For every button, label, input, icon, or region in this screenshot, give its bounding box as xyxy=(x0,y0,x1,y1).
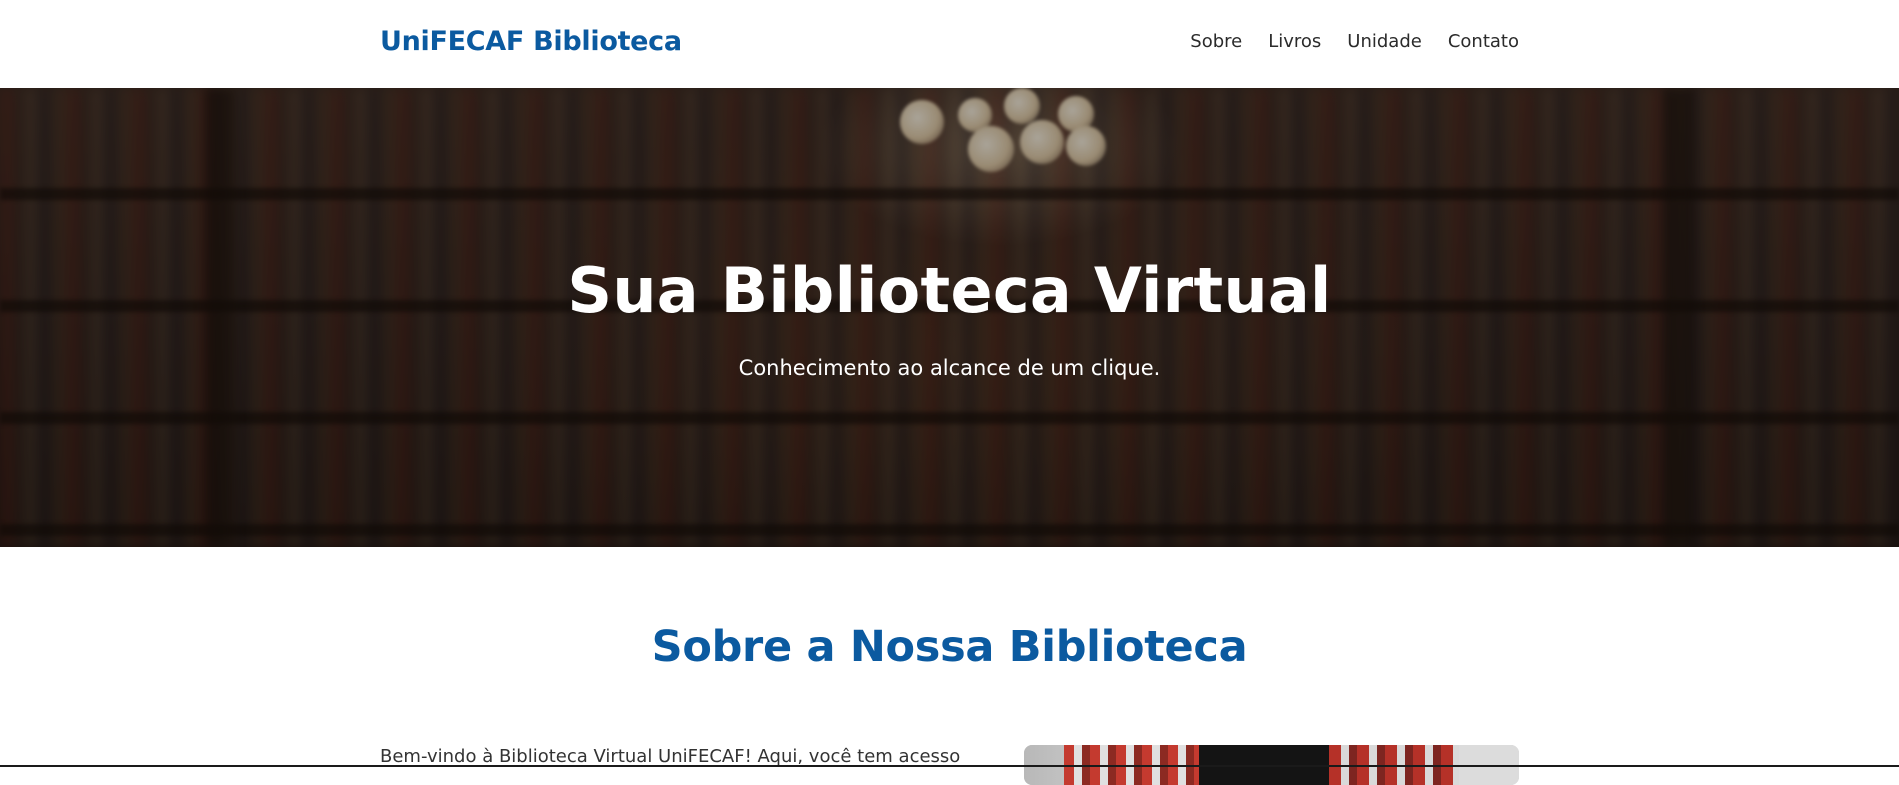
nav-link-sobre[interactable]: Sobre xyxy=(1190,31,1242,52)
brand-logo[interactable]: UniFECAF Biblioteca xyxy=(380,26,682,57)
main-nav: Sobre Livros Unidade Contato xyxy=(1190,31,1519,52)
nav-link-contato[interactable]: Contato xyxy=(1448,31,1519,52)
nav-link-unidade[interactable]: Unidade xyxy=(1347,31,1422,52)
site-header: UniFECAF Biblioteca Sobre Livros Unidade… xyxy=(0,0,1899,88)
hero-banner: Sua Biblioteca Virtual Conhecimento ao a… xyxy=(0,88,1899,547)
hero-subtitle: Conhecimento ao alcance de um clique. xyxy=(738,356,1161,380)
about-title: Sobre a Nossa Biblioteca xyxy=(651,622,1248,672)
nav-link-livros[interactable]: Livros xyxy=(1268,31,1321,52)
hero-title: Sua Biblioteca Virtual xyxy=(567,254,1332,327)
about-paragraph: Bem-vindo à Biblioteca Virtual UniFECAF!… xyxy=(380,746,961,767)
